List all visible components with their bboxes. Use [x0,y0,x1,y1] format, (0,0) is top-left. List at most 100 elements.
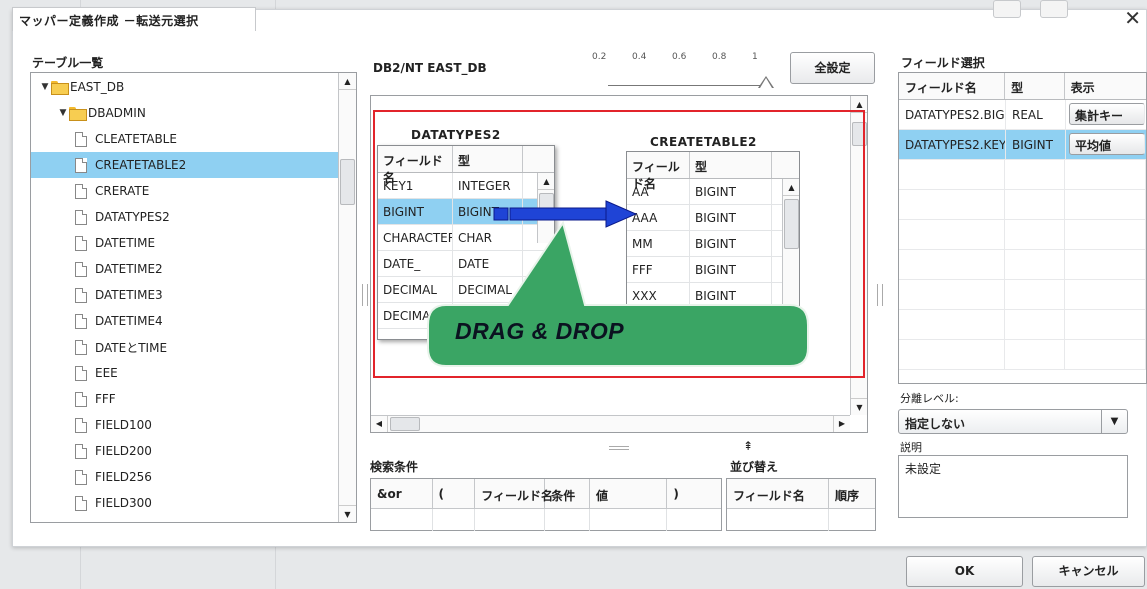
tree-item-table[interactable]: FIELD200 [31,438,338,464]
tree-item-label: FFF [95,392,116,406]
table-icon [75,235,87,251]
table-icon [75,443,87,459]
search-column-header: 値 [590,479,668,508]
bottom-splitter[interactable] [609,446,629,450]
table-icon [75,417,87,433]
tree-scrollbar[interactable]: ▲ ▼ [338,73,356,522]
field-row-selected[interactable]: DATATYPES2.KEY1 BIGINT 平均値 [899,130,1146,160]
add-icon[interactable] [993,0,1021,18]
right-splitter[interactable] [877,284,883,306]
sort-resize-icon[interactable]: ⇞ [743,439,753,453]
tree-item-label: DATETIME [95,236,156,250]
table-icon [75,391,87,407]
folder-icon [69,107,87,121]
ok-button[interactable]: OK [906,556,1023,587]
table-icon [75,183,87,199]
tree-item-table[interactable]: CREATETABLE2 [31,152,338,178]
tree-item-label: CREATETABLE2 [95,158,187,172]
expand-toggle-icon[interactable]: ▼ [57,108,69,118]
empty-row [899,190,1146,220]
tree-item-table[interactable]: FFF [31,386,338,412]
table-icon [75,469,87,485]
scroll-right-icon[interactable]: ▶ [833,416,850,432]
apply-all-button[interactable]: 全設定 [790,52,875,84]
tree-item-label: DATETIME3 [95,288,163,302]
tree-item-table[interactable]: CRERATE [31,178,338,204]
tree-item-table[interactable]: DATEとTIME [31,334,338,360]
tree-item-schema[interactable]: ▼ DBADMIN [31,100,338,126]
empty-row [899,340,1146,370]
tree-item-label: CLEATETABLE [95,132,177,146]
description-field[interactable]: 未設定 [898,455,1128,518]
table-icon [75,261,87,277]
tree-item-table[interactable]: DATETIME4 [31,308,338,334]
table-icon [75,287,87,303]
empty-row [899,310,1146,340]
zoom-slider-handle-fill [760,78,772,88]
tree-item-table[interactable]: DATETIME [31,230,338,256]
sort-grid-row[interactable] [727,509,875,531]
canvas-hscroll-thumb[interactable] [390,417,420,431]
tree-item-label: FIELD100 [95,418,152,432]
table-icon [75,131,87,147]
display-mode-button[interactable]: 平均値 [1069,133,1145,155]
scroll-left-icon[interactable]: ◀ [371,416,388,432]
table-icon [75,209,87,225]
field-type-cell: BIGINT [1006,130,1066,159]
sort-grid[interactable]: フィールド名 順序 [726,478,876,531]
table-tree[interactable]: ▲ ▼ ▼ EAST_DB ▼ DBADMIN CLEATETABLE CREATETAB… [30,72,357,523]
table-icon [75,339,87,355]
chevron-down-icon[interactable]: ▼ [1101,410,1127,433]
tree-item-table[interactable]: CLEATETABLE [31,126,338,152]
dialog-title: マッパー定義作成 －転送元選択 [12,7,256,31]
scroll-down-icon[interactable]: ▼ [851,398,867,415]
tree-item-table[interactable]: DATETIME3 [31,282,338,308]
tree-item-table[interactable]: FIELD300 [31,490,338,516]
cancel-button[interactable]: キャンセル [1032,556,1145,587]
zoom-tick-label: 0.4 [632,52,647,62]
field-name-cell: DATATYPES2.BIGINT [899,100,1006,129]
field-row[interactable]: DATATYPES2.BIGINT REAL 集計キー [899,100,1146,130]
zoom-tick-label: 0.2 [592,52,607,62]
tree-item-table[interactable]: FIELD400 [31,516,338,522]
tree-item-db[interactable]: ▼ EAST_DB [31,74,338,100]
search-grid-row[interactable] [371,509,721,531]
tree-item-table[interactable]: DATATYPES2 [31,204,338,230]
delete-icon[interactable] [1040,0,1068,18]
tree-item-label: FIELD256 [95,470,152,484]
close-icon[interactable]: ✕ [1124,6,1141,30]
tree-scroll-thumb[interactable] [340,159,355,205]
tree-item-table[interactable]: EEE [31,360,338,386]
folder-icon [51,81,69,95]
tree-item-label: DATEとTIME [95,340,168,355]
table-list-title: テーブル一覧 [32,56,104,70]
left-splitter[interactable] [362,284,368,306]
sort-column-header: フィールド名 [727,479,829,508]
zoom-tick-label: 1 [752,52,758,62]
search-column-header: &or [371,479,433,508]
tree-item-label: DBADMIN [88,106,146,120]
canvas-hscrollbar[interactable]: ◀ ▶ [371,415,850,432]
col-field-name: フィールド名 [899,73,1006,99]
field-select-header: フィールド名 型 表示 [899,73,1146,100]
scroll-up-icon[interactable]: ▲ [339,73,356,90]
isolation-select[interactable]: 指定しない ▼ [898,409,1128,434]
tree-item-table[interactable]: FIELD100 [31,412,338,438]
display-mode-button[interactable]: 集計キー [1069,103,1145,125]
field-select-grid[interactable]: フィールド名 型 表示 DATATYPES2.BIGINT REAL 集計キー … [898,72,1147,384]
tree-item-table[interactable]: DATETIME2 [31,256,338,282]
table-icon [75,365,87,381]
scroll-down-icon[interactable]: ▼ [339,505,356,522]
search-column-header: ) [673,487,679,501]
description-label: 説明 [900,441,922,454]
tree-item-label: DATETIME2 [95,262,163,276]
zoom-slider-track[interactable] [608,85,768,86]
isolation-label: 分離レベル: [900,392,959,405]
tree-item-table[interactable]: FIELD256 [31,464,338,490]
db-label: DB2/NT EAST_DB [373,61,487,75]
drag-drop-callout: DRAG & DROP [455,318,625,344]
expand-toggle-icon[interactable]: ▼ [39,82,51,92]
description-value: 未設定 [905,462,942,476]
search-grid[interactable]: &or(フィールド名 条件値) [370,478,722,531]
table-icon [75,495,87,511]
